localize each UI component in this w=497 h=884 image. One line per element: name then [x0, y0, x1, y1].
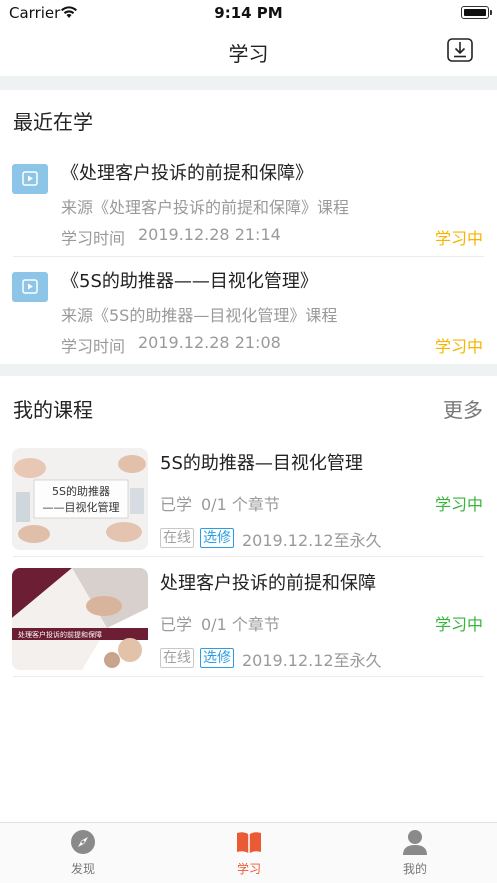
download-icon[interactable] [446, 36, 474, 64]
status-time: 9:14 PM [214, 4, 283, 22]
course-validity: 2019.12.12至永久 [242, 531, 382, 550]
course-progress: 0/1 个章节 [201, 495, 280, 514]
tag-elective: 选修 [200, 648, 234, 668]
divider [13, 676, 484, 677]
recent-item-status: 学习中 [434, 337, 483, 356]
course-item[interactable]: 处理客户投诉的前提和保障 处理客户投诉的前提和保障 已学 0/1 个章节 学习中… [0, 568, 497, 688]
recent-item-source: 来源《5S的助推器—目视化管理》课程 [61, 306, 338, 325]
course-progress-label: 已学 [160, 615, 193, 634]
page-title: 学习 [228, 42, 269, 66]
recent-item-title: 《处理客户投诉的前提和保障》 [61, 163, 313, 184]
recent-item-time: 2019.12.28 21:14 [138, 225, 281, 244]
tag-online: 在线 [160, 648, 194, 668]
recent-item-time-label: 学习时间 [61, 229, 126, 248]
recent-item-time-label: 学习时间 [61, 337, 126, 356]
recent-item-source: 来源《处理客户投诉的前提和保障》课程 [61, 198, 350, 217]
course-title: 5S的助推器—目视化管理 [160, 453, 363, 474]
recent-item[interactable]: 《处理客户投诉的前提和保障》 来源《处理客户投诉的前提和保障》课程 学习时间 2… [0, 156, 497, 264]
battery-icon [461, 6, 489, 19]
tag-elective: 选修 [200, 528, 234, 548]
recent-item-time: 2019.12.28 21:08 [138, 333, 281, 352]
thumb-text-1: 5S的助推器 [52, 484, 110, 498]
book-icon [237, 832, 261, 853]
tag-online: 在线 [160, 528, 194, 548]
video-icon [12, 164, 48, 194]
course-item[interactable]: 5S的助推器 ——目视化管理 5S的助推器—目视化管理 已学 0/1 个章节 学… [0, 448, 497, 568]
course-status: 学习中 [434, 495, 483, 514]
course-validity: 2019.12.12至永久 [242, 651, 382, 670]
recent-item-status: 学习中 [434, 229, 483, 248]
course-progress: 0/1 个章节 [201, 615, 280, 634]
course-title: 处理客户投诉的前提和保障 [160, 573, 376, 594]
tab-label: 我的 [402, 862, 427, 876]
course-progress-label: 已学 [160, 495, 193, 514]
recent-item[interactable]: 《5S的助推器——目视化管理》 来源《5S的助推器—目视化管理》课程 学习时间 … [0, 264, 497, 372]
video-icon [12, 272, 48, 302]
section-gap [0, 76, 497, 90]
more-link[interactable]: 更多 [443, 394, 483, 423]
tab-discover[interactable]: 发现 [0, 823, 166, 884]
tab-study[interactable]: 学习 [166, 823, 332, 884]
compass-icon [71, 830, 95, 854]
tab-bar: 发现 学习 我的 [0, 822, 497, 883]
battery-tip [490, 10, 492, 15]
section-gap [0, 364, 497, 376]
course-thumbnail: 5S的助推器 ——目视化管理 [12, 448, 148, 550]
status-bar: Carrier 9:14 PM [0, 0, 497, 26]
tab-mine[interactable]: 我的 [332, 823, 497, 884]
recent-section-title: 最近在学 [13, 110, 93, 134]
thumb-text-2: ——目视化管理 [43, 500, 120, 514]
tab-label: 发现 [70, 862, 95, 876]
thumb-text-1: 处理客户投诉的前提和保障 [18, 630, 102, 639]
recent-item-title: 《5S的助推器——目视化管理》 [61, 271, 318, 292]
courses-section-title: 我的课程 [13, 398, 93, 422]
course-status: 学习中 [434, 615, 483, 634]
course-thumbnail: 处理客户投诉的前提和保障 [12, 568, 148, 670]
user-icon [403, 830, 427, 855]
tab-label: 学习 [236, 862, 261, 876]
divider [13, 256, 484, 257]
nav-bar: 学习 [0, 26, 497, 76]
divider [13, 556, 484, 557]
